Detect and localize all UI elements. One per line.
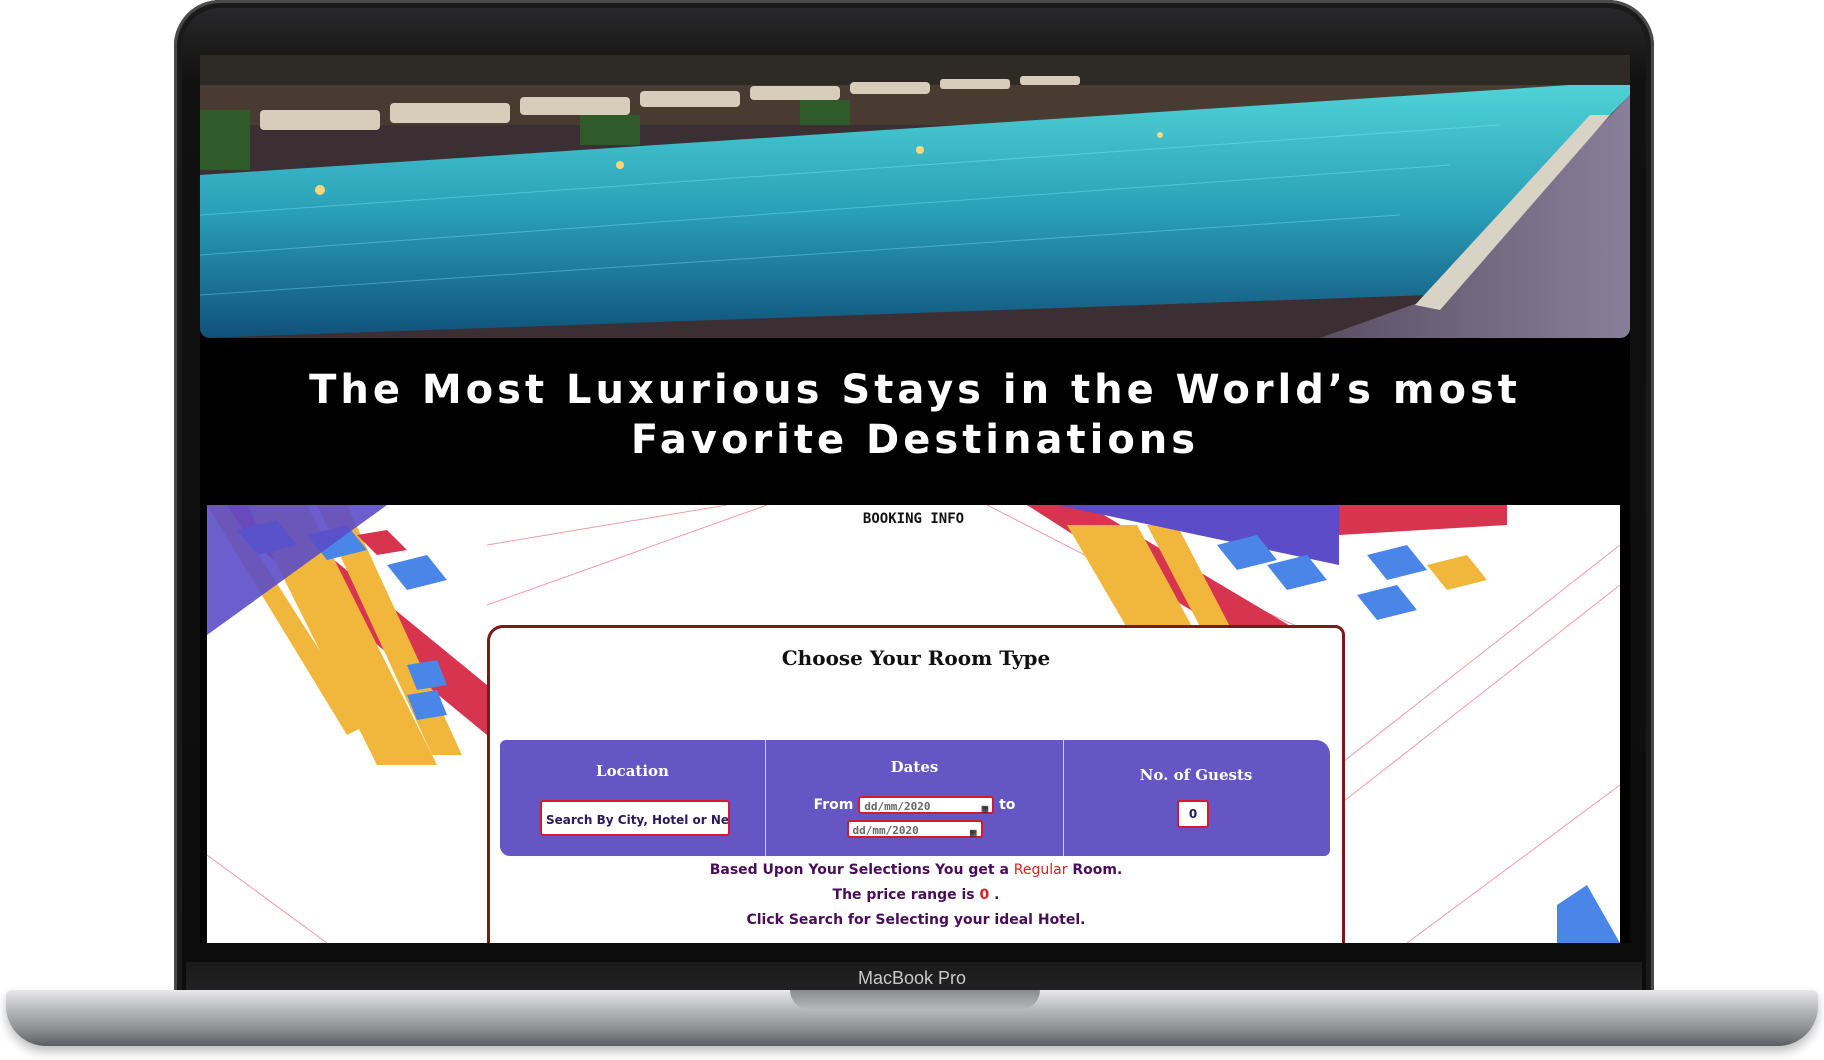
card-title: Choose Your Room Type [781,646,1051,670]
to-label: to [999,797,1016,813]
browser-viewport: The Most Luxurious Stays in the World’s … [200,55,1630,943]
search-hint-message: Click Search for Selecting your ideal Ho… [746,912,1086,928]
room-type-card: Choose Your Room Type Location Search By… [487,625,1345,943]
message-prefix: Based Upon Your Selections You get a [709,862,1009,878]
guests-label: No. of Guests [1139,766,1253,784]
search-filter-bar: Location Search By City, Hotel or Neighb… [500,740,1330,856]
price-range-message: The price range is 0 . [490,887,1342,903]
laptop-notch [790,990,1040,1010]
guests-count-input[interactable]: 0 [1177,800,1209,828]
date-from-input[interactable]: dd/mm/2020 ▦ [858,796,995,815]
date-to-row: dd/mm/2020 ▦ [766,820,1063,839]
date-to-placeholder: dd/mm/2020 [852,824,919,837]
room-type-message: Based Upon Your Selections You get a Reg… [490,862,1342,878]
booking-heading: BOOKING INFO [862,511,965,527]
room-type-value: Regular [1013,862,1068,878]
price-prefix: The price range is [832,887,975,903]
location-search-input[interactable]: Search By City, Hotel or Neighbc [540,800,730,836]
location-column: Location Search By City, Hotel or Neighb… [500,740,765,856]
price-value: 0 [979,887,990,903]
price-suffix: . [994,887,1000,903]
calendar-icon[interactable]: ▦ [970,824,977,842]
from-label: From [813,797,854,813]
dates-column: Dates From dd/mm/2020 ▦ to dd/mm/2020 ▦ [765,740,1064,856]
message-suffix: Room. [1072,862,1123,878]
date-from-row: From dd/mm/2020 ▦ to [766,796,1063,815]
device-brand-label: MacBook Pro [857,968,967,988]
location-label: Location [596,762,669,780]
dates-label: Dates [890,758,939,776]
date-to-input[interactable]: dd/mm/2020 ▦ [846,820,983,839]
page-tagline: The Most Luxurious Stays in the World’s … [309,367,1521,463]
booking-section: BOOKING INFO Choose Your Room Type Locat… [207,505,1620,943]
guests-column: No. of Guests 0 [1062,740,1330,856]
calendar-icon[interactable]: ▦ [982,800,989,818]
hero-pool-image [200,55,1630,338]
date-from-placeholder: dd/mm/2020 [864,800,931,813]
